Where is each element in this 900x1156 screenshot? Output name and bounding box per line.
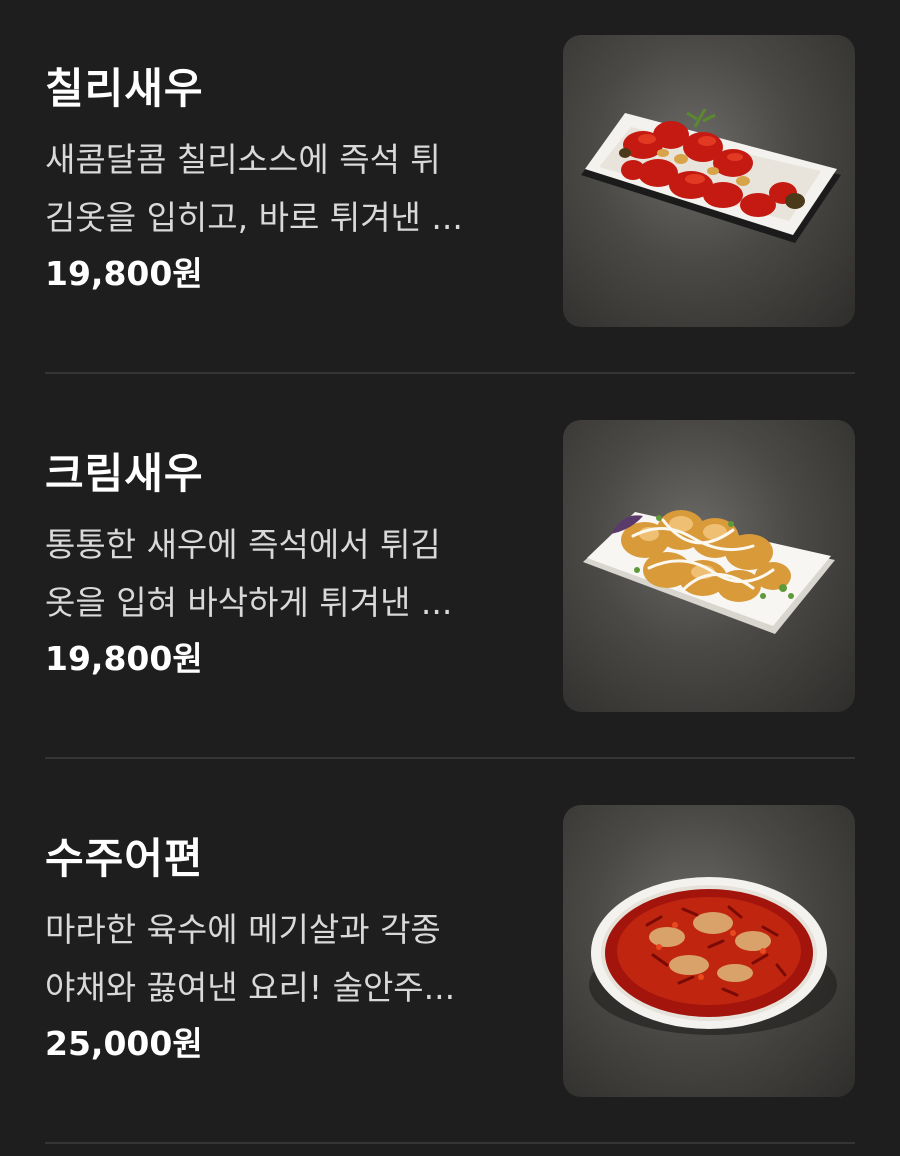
chili-shrimp-dish-image[interactable] xyxy=(563,35,855,327)
menu-item-chili-shrimp[interactable]: 칠리새우 새콤달콤 칠리소스에 즉석 튀 김옷을 입히고, 바로 튀겨낸 ...… xyxy=(45,35,855,327)
menu-item-description: 마라한 육수에 메기살과 각종 야채와 끓여낸 요리! 술안주... xyxy=(45,901,515,1017)
menu-item-price: 25,000원 xyxy=(45,1024,203,1063)
menu-item-description-line: 새콤달콤 칠리소스에 즉석 튀 xyxy=(45,140,441,179)
menu-item-description-line: 김옷을 입히고, 바로 튀겨낸 ... xyxy=(45,198,463,237)
menu-item-name: 칠리새우 xyxy=(45,64,204,113)
spicy-fish-bowl-image[interactable] xyxy=(563,805,855,1097)
menu-item-name: 수주어편 xyxy=(45,834,204,883)
cream-shrimp-dish-image[interactable] xyxy=(563,420,855,712)
menu-item-description-line: 마라한 육수에 메기살과 각종 xyxy=(45,910,441,949)
menu-item-description-line: 야채와 끓여낸 요리! 술안주... xyxy=(45,968,456,1007)
menu-item-spicy-fish[interactable]: 수주어편 마라한 육수에 메기살과 각종 야채와 끓여낸 요리! 술안주... … xyxy=(45,805,855,1097)
divider xyxy=(45,757,855,759)
menu-item-price: 19,800원 xyxy=(45,639,203,678)
menu-item-description: 통통한 새우에 즉석에서 튀김 옷을 입혀 바삭하게 튀겨낸 ... xyxy=(45,516,515,632)
menu-item-name: 크림새우 xyxy=(45,449,204,498)
menu-item-description-line: 통통한 새우에 즉석에서 튀김 xyxy=(45,525,441,564)
cream-shrimp-dish-icon xyxy=(583,510,835,634)
chili-shrimp-dish-icon xyxy=(581,108,841,243)
spicy-fish-bowl-icon xyxy=(589,877,837,1035)
menu-item-description: 새콤달콤 칠리소스에 즉석 튀 김옷을 입히고, 바로 튀겨낸 ... xyxy=(45,131,515,247)
divider xyxy=(45,1142,855,1144)
menu-item-cream-shrimp[interactable]: 크림새우 통통한 새우에 즉석에서 튀김 옷을 입혀 바삭하게 튀겨낸 ... … xyxy=(45,420,855,712)
menu-item-description-line: 옷을 입혀 바삭하게 튀겨낸 ... xyxy=(45,583,453,622)
menu-item-price: 19,800원 xyxy=(45,254,203,293)
divider xyxy=(45,372,855,374)
